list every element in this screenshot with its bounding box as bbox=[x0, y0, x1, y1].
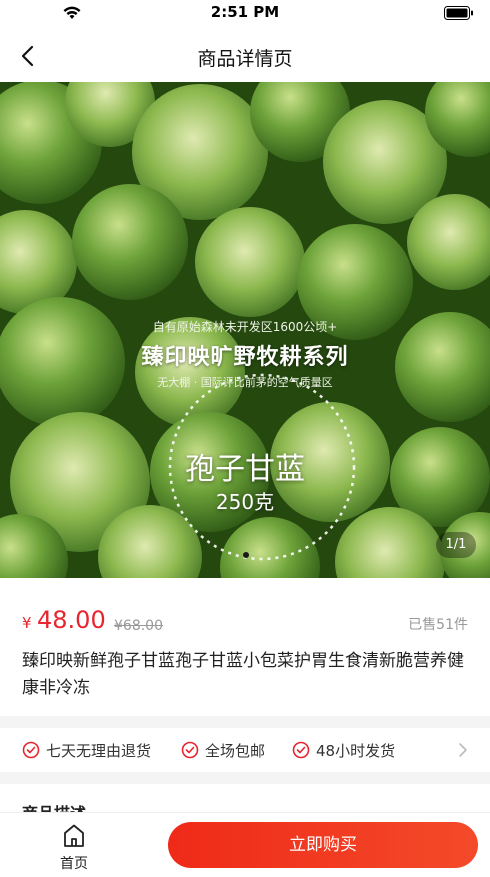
product-name: 臻印映新鲜孢子甘蓝孢子甘蓝小包菜护胃生食清新脆营养健康非冷冻 bbox=[22, 651, 464, 698]
product-image-carousel[interactable]: 自有原始森林未开发区1600公顷+ 臻印映旷野牧耕系列 无大棚 · 国际评比前茅… bbox=[0, 82, 490, 578]
status-time: 2:51 PM bbox=[210, 3, 280, 21]
carousel-dot bbox=[243, 552, 249, 558]
home-tab[interactable]: 首页 bbox=[50, 821, 98, 872]
sold-count: 已售51件 bbox=[408, 617, 468, 633]
page-title: 商品详情页 bbox=[197, 48, 293, 70]
service-guarantees[interactable]: 七天无理由退货 全场包邮 48小时发货 bbox=[0, 728, 490, 772]
current-price: 48.00 bbox=[37, 606, 106, 634]
status-bar: 2:51 PM bbox=[0, 0, 490, 30]
nav-bar: 商品详情页 bbox=[0, 30, 490, 82]
banner-slogan-line3: 无大棚 · 国际评比前茅的空气质量区 bbox=[157, 376, 333, 389]
chevron-right-icon[interactable] bbox=[456, 740, 470, 760]
home-icon bbox=[64, 824, 84, 847]
check-circle-icon bbox=[22, 741, 40, 759]
buy-now-button[interactable]: 立即购买 bbox=[168, 822, 478, 868]
battery-icon bbox=[444, 6, 473, 20]
check-circle-icon bbox=[181, 741, 199, 759]
price-row: ¥ 48.00 ¥68.00 已售51件 bbox=[0, 600, 490, 640]
original-price: ¥68.00 bbox=[114, 618, 163, 634]
service-item: 全场包邮 bbox=[181, 739, 265, 761]
bottom-action-bar: 首页 立即购买 bbox=[0, 812, 490, 877]
service-label: 48小时发货 bbox=[316, 741, 396, 760]
service-item: 48小时发货 bbox=[292, 739, 395, 761]
service-item: 七天无理由退货 bbox=[22, 739, 151, 761]
banner-slogan-line1: 自有原始森林未开发区1600公顷+ bbox=[152, 320, 338, 334]
page-indicator: 1/1 bbox=[436, 532, 476, 558]
home-label: 首页 bbox=[60, 856, 88, 872]
currency-symbol: ¥ bbox=[22, 614, 32, 632]
banner-product-weight: 250克 bbox=[215, 490, 275, 514]
service-label: 七天无理由退货 bbox=[46, 741, 152, 760]
service-label: 全场包邮 bbox=[205, 741, 266, 760]
banner-slogan-line2: 臻印映旷野牧耕系列 bbox=[141, 345, 349, 370]
check-circle-icon bbox=[292, 741, 310, 759]
banner-product-title: 孢子甘蓝 bbox=[185, 452, 305, 487]
